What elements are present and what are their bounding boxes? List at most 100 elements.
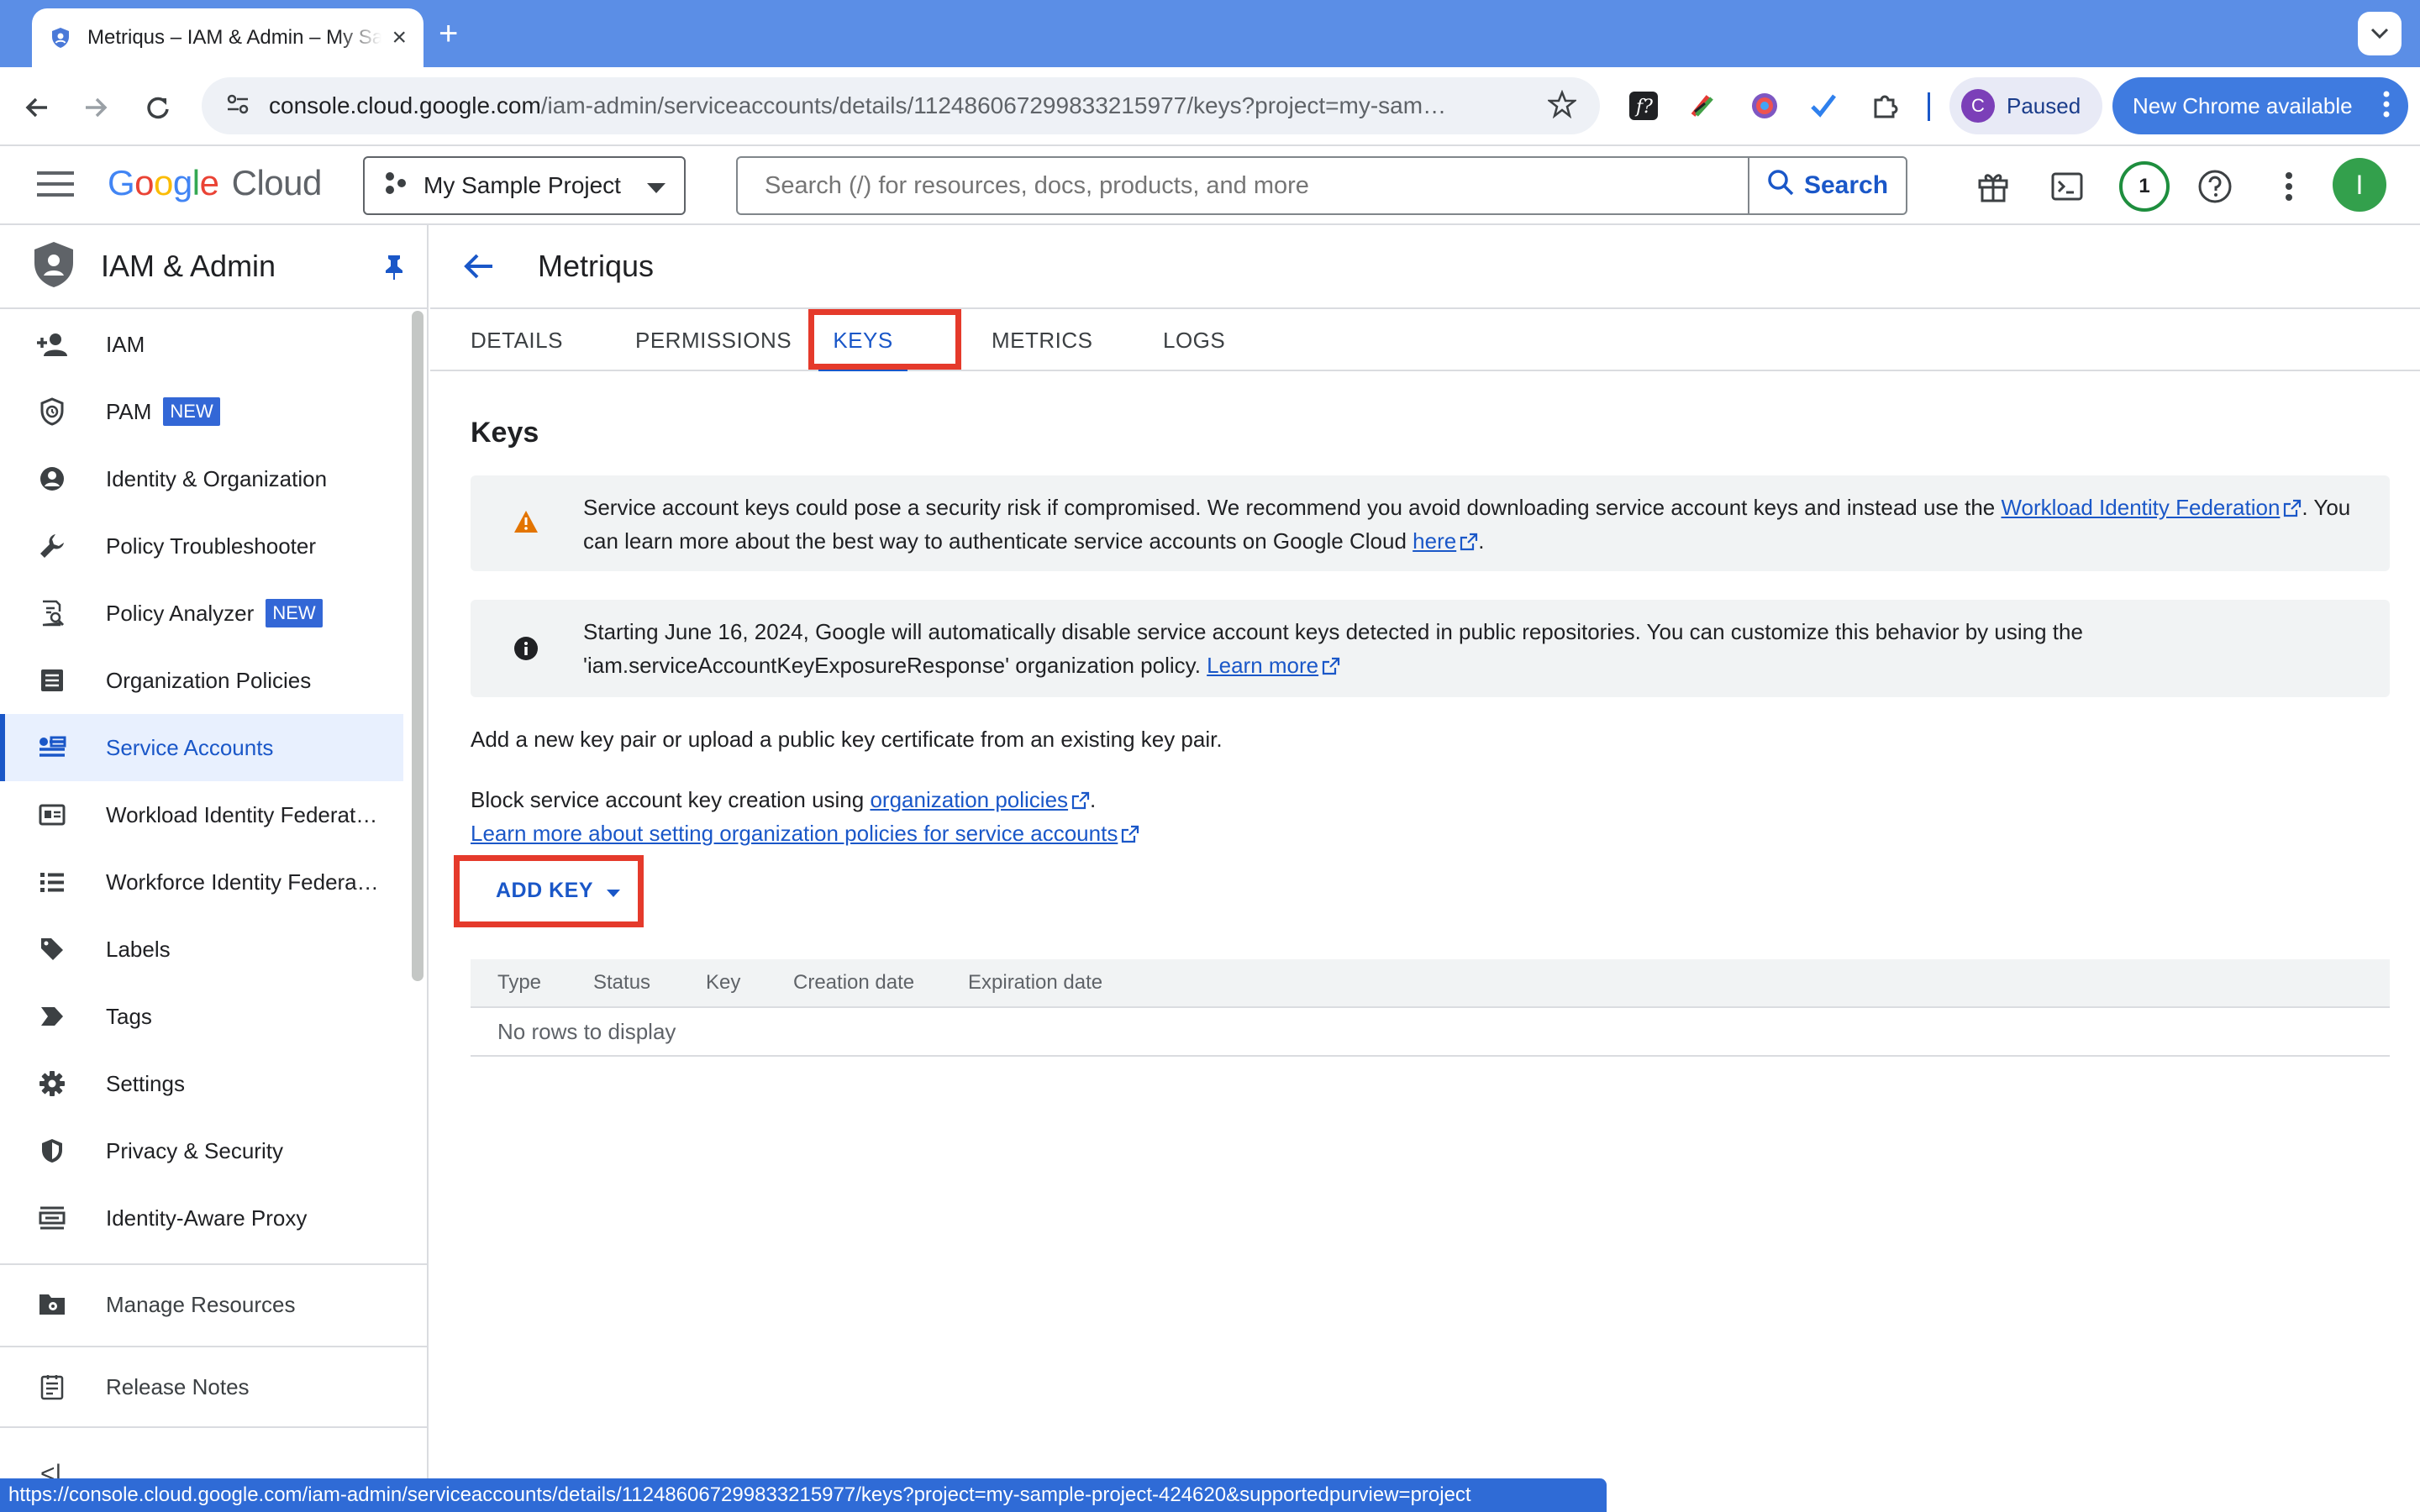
sidebar-item-label: Workforce Identity Federa…: [106, 869, 379, 895]
user-avatar[interactable]: I: [2333, 158, 2386, 212]
reload-icon[interactable]: [138, 87, 178, 128]
column-expiration-date[interactable]: Expiration date: [968, 971, 1102, 995]
wrench-icon: [37, 531, 67, 561]
authenticate-here-link[interactable]: here: [1413, 528, 1456, 554]
sidebar-item-label: Privacy & Security: [106, 1137, 283, 1163]
external-link-icon: [1071, 785, 1090, 810]
bookmark-star-icon[interactable]: [1546, 89, 1578, 123]
browser-toolbar: console.cloud.google.com/iam-admin/servi…: [0, 67, 2420, 146]
keys-tab-highlight: [808, 309, 961, 370]
column-creation-date[interactable]: Creation date: [793, 971, 914, 995]
add-key-highlight: [454, 855, 644, 927]
forward-arrow-icon[interactable]: [76, 87, 116, 128]
tab-bar: DETAILS PERMISSIONS KEYS METRICS LOGS: [430, 309, 2420, 371]
block-creation-text: Block service account key creation using…: [471, 783, 1139, 850]
sidebar-item-service-accounts[interactable]: Service Accounts: [0, 714, 403, 781]
keys-table: Type Status Key Creation date Expiration…: [471, 959, 2390, 1057]
search-button-label: Search: [1803, 171, 1889, 199]
more-options-icon[interactable]: [2269, 166, 2309, 207]
list-icon: [37, 867, 67, 897]
sidebar-title: IAM & Admin: [101, 249, 276, 283]
sidebar-item-policy-analyzer[interactable]: Policy Analyzer NEW: [0, 580, 403, 647]
tab-search-icon[interactable]: [2358, 12, 2402, 55]
warning-triangle-icon: [511, 507, 541, 537]
warning-text: Service account keys could pose a securi…: [583, 495, 2002, 520]
close-tab-icon[interactable]: ×: [392, 24, 407, 52]
organization-policies-link[interactable]: organization policies: [870, 787, 1068, 812]
help-icon[interactable]: [2195, 166, 2235, 207]
external-link-icon: [1322, 651, 1340, 675]
shield-favicon-icon: [49, 26, 72, 50]
back-arrow-icon[interactable]: [17, 87, 57, 128]
sidebar-item-manage-resources[interactable]: Manage Resources: [0, 1263, 427, 1344]
sidebar-nav: IAM PAM NEW Identity & Organization Poli…: [0, 311, 403, 1252]
sidebar-item-privacy-security[interactable]: Privacy & Security: [0, 1117, 403, 1184]
proxy-icon: [37, 1203, 67, 1233]
external-link-icon: [1121, 819, 1139, 843]
learn-more-org-policies-link[interactable]: Learn more about setting organization po…: [471, 821, 1118, 846]
sidebar-item-identity-organization[interactable]: Identity & Organization: [0, 445, 403, 512]
address-bar[interactable]: console.cloud.google.com/iam-admin/servi…: [202, 77, 1600, 134]
sidebar-item-pam[interactable]: PAM NEW: [0, 378, 403, 445]
iam-shield-icon: [32, 240, 76, 293]
checkmark-extension-icon[interactable]: [1805, 87, 1842, 124]
release-notes-icon: [37, 1372, 67, 1402]
sidebar-divider: [0, 1426, 427, 1428]
dropdown-arrow-icon: [647, 172, 666, 199]
formula-extension-icon[interactable]: f?: [1625, 87, 1662, 124]
sidebar-item-tags[interactable]: Tags: [0, 983, 403, 1050]
tab-logs[interactable]: LOGS: [1163, 309, 1225, 371]
sidebar-item-label: Identity & Organization: [106, 465, 328, 491]
color-wheel-extension-icon[interactable]: [1746, 87, 1783, 124]
sidebar-item-label: PAM: [106, 398, 152, 424]
color-pen-extension-icon[interactable]: [1684, 87, 1721, 124]
extensions-puzzle-icon[interactable]: [1867, 87, 1904, 124]
tab-permissions[interactable]: PERMISSIONS: [635, 309, 792, 371]
notification-count: 1: [2139, 175, 2150, 197]
toolbar-divider: [1928, 92, 1930, 121]
sidebar-item-identity-aware-proxy[interactable]: Identity-Aware Proxy: [0, 1184, 403, 1252]
back-arrow-icon[interactable]: [460, 248, 497, 285]
main-menu-icon[interactable]: [37, 171, 74, 200]
search-input[interactable]: [738, 158, 1748, 213]
notifications-badge[interactable]: 1: [2118, 160, 2171, 213]
sidebar-item-workforce-identity-federation[interactable]: Workforce Identity Federa…: [0, 848, 403, 916]
workload-identity-federation-link[interactable]: Workload Identity Federation: [2001, 495, 2280, 520]
sidebar-item-labels[interactable]: Labels: [0, 916, 403, 983]
site-info-icon[interactable]: [225, 92, 250, 121]
update-chrome-button[interactable]: New Chrome available: [2112, 77, 2408, 134]
url-text: console.cloud.google.com/iam-admin/servi…: [269, 92, 1548, 119]
tab-title: Metriqus – IAM & Admin – My Sample Proje…: [87, 26, 382, 49]
project-selector[interactable]: My Sample Project: [363, 156, 686, 215]
browser-tab[interactable]: Metriqus – IAM & Admin – My Sample Proje…: [32, 8, 424, 67]
column-status[interactable]: Status: [593, 971, 650, 995]
pin-icon[interactable]: [383, 254, 405, 285]
sidebar-item-policy-troubleshooter[interactable]: Policy Troubleshooter: [0, 512, 403, 580]
sidebar-item-label: IAM: [106, 331, 145, 357]
sidebar-item-workload-identity-federation[interactable]: Workload Identity Federat…: [0, 781, 403, 848]
avatar: C: [1961, 89, 1995, 123]
search-button[interactable]: Search: [1748, 158, 1906, 213]
sidebar-scrollbar[interactable]: [412, 311, 424, 981]
gear-icon: [37, 1068, 67, 1099]
tab-details[interactable]: DETAILS: [471, 309, 563, 371]
browser-tab-strip: Metriqus – IAM & Admin – My Sample Proje…: [0, 0, 2420, 67]
label-icon: [37, 934, 67, 964]
sidebar-item-label: Workload Identity Federat…: [106, 801, 378, 827]
new-tab-icon[interactable]: +: [439, 13, 458, 54]
learn-more-link[interactable]: Learn more: [1207, 653, 1318, 678]
sidebar-item-iam[interactable]: IAM: [0, 311, 403, 378]
release-notes-label: Release Notes: [106, 1373, 250, 1399]
profile-button[interactable]: C Paused: [1949, 77, 2102, 134]
tab-metrics[interactable]: METRICS: [992, 309, 1093, 371]
sidebar-item-organization-policies[interactable]: Organization Policies: [0, 647, 403, 714]
search-bar: Search: [736, 156, 1907, 215]
sidebar-item-settings[interactable]: Settings: [0, 1050, 403, 1117]
person-add-icon: [37, 329, 67, 360]
gift-icon[interactable]: [1973, 166, 2013, 207]
cloud-shell-icon[interactable]: [2047, 166, 2087, 207]
sidebar-item-release-notes[interactable]: Release Notes: [0, 1346, 427, 1426]
google-cloud-logo[interactable]: Google Cloud: [108, 163, 322, 203]
column-key[interactable]: Key: [706, 971, 740, 995]
column-type[interactable]: Type: [497, 971, 541, 995]
